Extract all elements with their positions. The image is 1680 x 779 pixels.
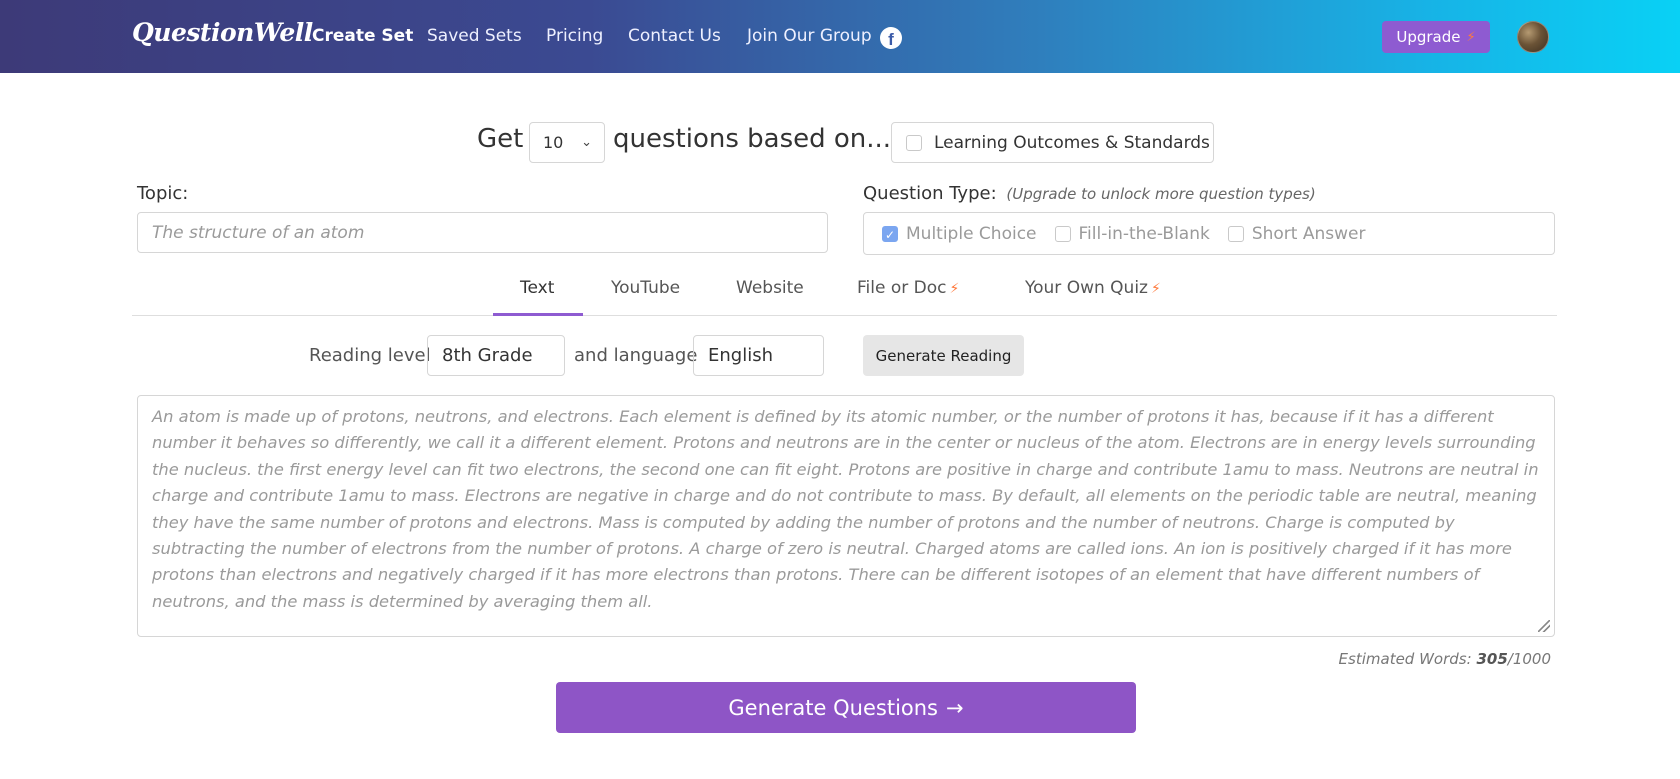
question-type-label: Question Type: (Upgrade to unlock more q… [863,183,1316,204]
tab-file-or-doc[interactable]: File or Doc ⚡ [857,278,959,298]
option-label: Fill-in-the-Blank [1078,223,1210,244]
option-multiple-choice[interactable]: ✓ Multiple Choice [882,224,1037,244]
facebook-icon[interactable]: f [880,27,902,49]
lightning-bolt-icon: ⚡ [1150,281,1161,297]
learning-outcomes-checkbox[interactable] [906,134,922,151]
option-short-answer[interactable]: Short Answer [1227,223,1366,244]
estimated-words-count: 305 [1476,650,1508,668]
tab-text[interactable]: Text [520,278,554,298]
estimated-words-label: Estimated Words: [1338,650,1472,668]
tab-your-own-quiz[interactable]: Your Own Quiz ⚡ [1025,278,1161,298]
source-text-area[interactable]: An atom is made up of protons, neutrons,… [137,395,1555,637]
reading-level-label: Reading level [309,345,431,366]
nav-create-set[interactable]: Create Set [312,26,413,46]
tab-label: File or Doc [857,278,947,298]
tab-website[interactable]: Website [736,278,804,298]
estimated-words-max: /1000 [1507,650,1551,668]
estimated-words: Estimated Words: 305/1000 [1339,650,1551,668]
option-label: Short Answer [1251,223,1366,244]
logo[interactable]: QuestionWell [132,18,313,47]
language-field[interactable]: English [693,335,824,376]
arrow-right-icon: → [946,695,964,720]
nav-join-our-group[interactable]: Join Our Group [747,26,872,46]
generate-reading-button[interactable]: Generate Reading [863,335,1024,376]
questions-based-on-label: questions based on... [613,124,892,154]
nav-contact-us[interactable]: Contact Us [628,26,721,46]
tab-label: Your Own Quiz [1025,278,1148,298]
upgrade-button[interactable]: Upgrade ⚡ [1382,21,1490,53]
top-navbar: QuestionWell Create Set Saved Sets Prici… [0,0,1680,73]
nav-saved-sets[interactable]: Saved Sets [427,26,522,46]
tab-youtube[interactable]: YouTube [611,278,680,298]
learning-outcomes-label: Learning Outcomes & Standards [934,132,1210,153]
generate-questions-label: Generate Questions [728,695,938,720]
active-tab-indicator [493,313,583,316]
nav-pricing[interactable]: Pricing [546,26,603,46]
question-type-note: (Upgrade to unlock more question types) [1006,185,1316,203]
reading-level-field[interactable]: 8th Grade [427,335,565,376]
tabs-divider [132,315,1557,316]
topic-input[interactable] [137,212,828,253]
resize-handle-icon[interactable] [1538,620,1550,632]
short-answer-checkbox[interactable] [1227,225,1244,242]
generate-questions-button[interactable]: Generate Questions → [556,682,1136,733]
option-fill-in-the-blank[interactable]: Fill-in-the-Blank [1054,223,1210,244]
lightning-bolt-icon: ⚡ [1466,29,1476,45]
chevron-down-icon: ⌄ [581,135,592,150]
question-count-value: 10 [543,133,564,152]
option-label: Multiple Choice [906,223,1037,244]
question-type-options: ✓ Multiple Choice Fill-in-the-Blank Shor… [863,212,1555,255]
topic-label: Topic: [137,183,189,204]
question-type-title: Question Type: [863,183,997,204]
upgrade-label: Upgrade [1396,28,1461,46]
lightning-bolt-icon: ⚡ [949,281,960,297]
user-avatar[interactable] [1517,21,1549,53]
fill-in-the-blank-checkbox[interactable] [1054,225,1071,242]
get-label: Get [477,124,524,154]
language-label: and language [574,345,698,366]
learning-outcomes-toggle[interactable]: Learning Outcomes & Standards [891,122,1214,163]
question-count-select[interactable]: 10 ⌄ [529,122,605,163]
check-icon[interactable]: ✓ [882,225,898,242]
